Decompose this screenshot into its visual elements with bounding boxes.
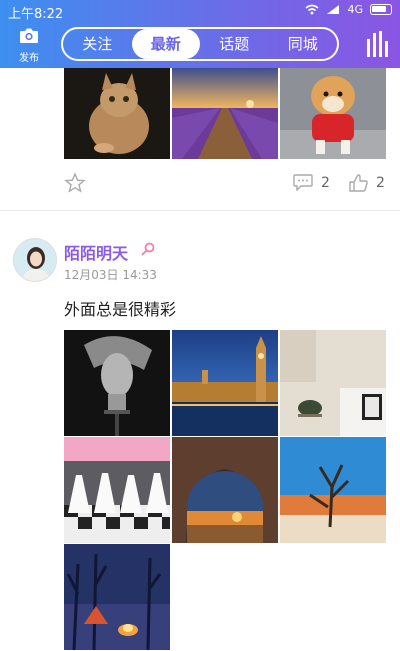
comment-action[interactable]: 2 bbox=[293, 174, 330, 191]
feed-list[interactable]: 2 2 陌陌明天 12月03日 14:33 外面总是很精彩 bbox=[0, 68, 400, 651]
previous-post-images bbox=[64, 68, 386, 159]
like-action[interactable]: 2 bbox=[349, 174, 385, 192]
post-images-row-2 bbox=[64, 437, 386, 543]
post-image-desert-tree[interactable] bbox=[280, 437, 386, 543]
post-button-label: 发布 bbox=[19, 53, 39, 64]
signal-icon bbox=[327, 5, 340, 14]
post-text: 外面总是很精彩 bbox=[64, 300, 177, 319]
tab-topics[interactable]: 话题 bbox=[200, 29, 269, 59]
star-icon[interactable] bbox=[64, 172, 86, 194]
previous-post-actions: 2 2 bbox=[0, 170, 400, 200]
post-image-cat[interactable] bbox=[64, 68, 170, 159]
status-icons: 4G bbox=[305, 3, 392, 16]
wifi-icon bbox=[305, 4, 319, 15]
comment-count: 2 bbox=[321, 174, 330, 191]
post-image-dog[interactable] bbox=[280, 68, 386, 159]
equalizer-icon[interactable] bbox=[366, 31, 388, 57]
status-time: 上午8:22 bbox=[8, 7, 64, 22]
app-header: 上午8:22 4G 发布 关注 最新 话题 同城 bbox=[0, 0, 400, 68]
battery-icon bbox=[370, 4, 392, 15]
comment-icon bbox=[293, 174, 313, 191]
post-image-wedding-dresses[interactable] bbox=[64, 437, 170, 543]
like-count: 2 bbox=[376, 175, 385, 191]
username[interactable]: 陌陌明天 bbox=[64, 240, 128, 264]
feed-tabs: 关注 最新 话题 同城 bbox=[61, 27, 339, 61]
status-bar: 上午8:22 4G bbox=[0, 0, 400, 22]
post-image-canyon[interactable] bbox=[172, 437, 278, 543]
tab-nearby[interactable]: 同城 bbox=[269, 29, 338, 59]
network-type: 4G bbox=[347, 3, 363, 16]
camera-icon bbox=[20, 28, 38, 43]
post-button[interactable]: 发布 bbox=[10, 27, 48, 65]
post-image-room[interactable] bbox=[280, 330, 386, 436]
post-divider bbox=[0, 210, 400, 211]
post-image-campfire[interactable] bbox=[64, 544, 170, 650]
tab-latest[interactable]: 最新 bbox=[131, 29, 200, 59]
tab-following[interactable]: 关注 bbox=[63, 29, 132, 59]
post-image-big-ben[interactable] bbox=[172, 330, 278, 436]
post-image-sculpture[interactable] bbox=[64, 330, 170, 436]
post-images-row-3 bbox=[64, 544, 170, 650]
female-icon bbox=[141, 242, 155, 256]
thumb-up-icon bbox=[349, 174, 368, 192]
avatar[interactable] bbox=[13, 238, 57, 282]
post-image-lavender[interactable] bbox=[172, 68, 278, 159]
post-timestamp: 12月03日 14:33 bbox=[64, 268, 157, 282]
post-images-row-1 bbox=[64, 330, 386, 436]
